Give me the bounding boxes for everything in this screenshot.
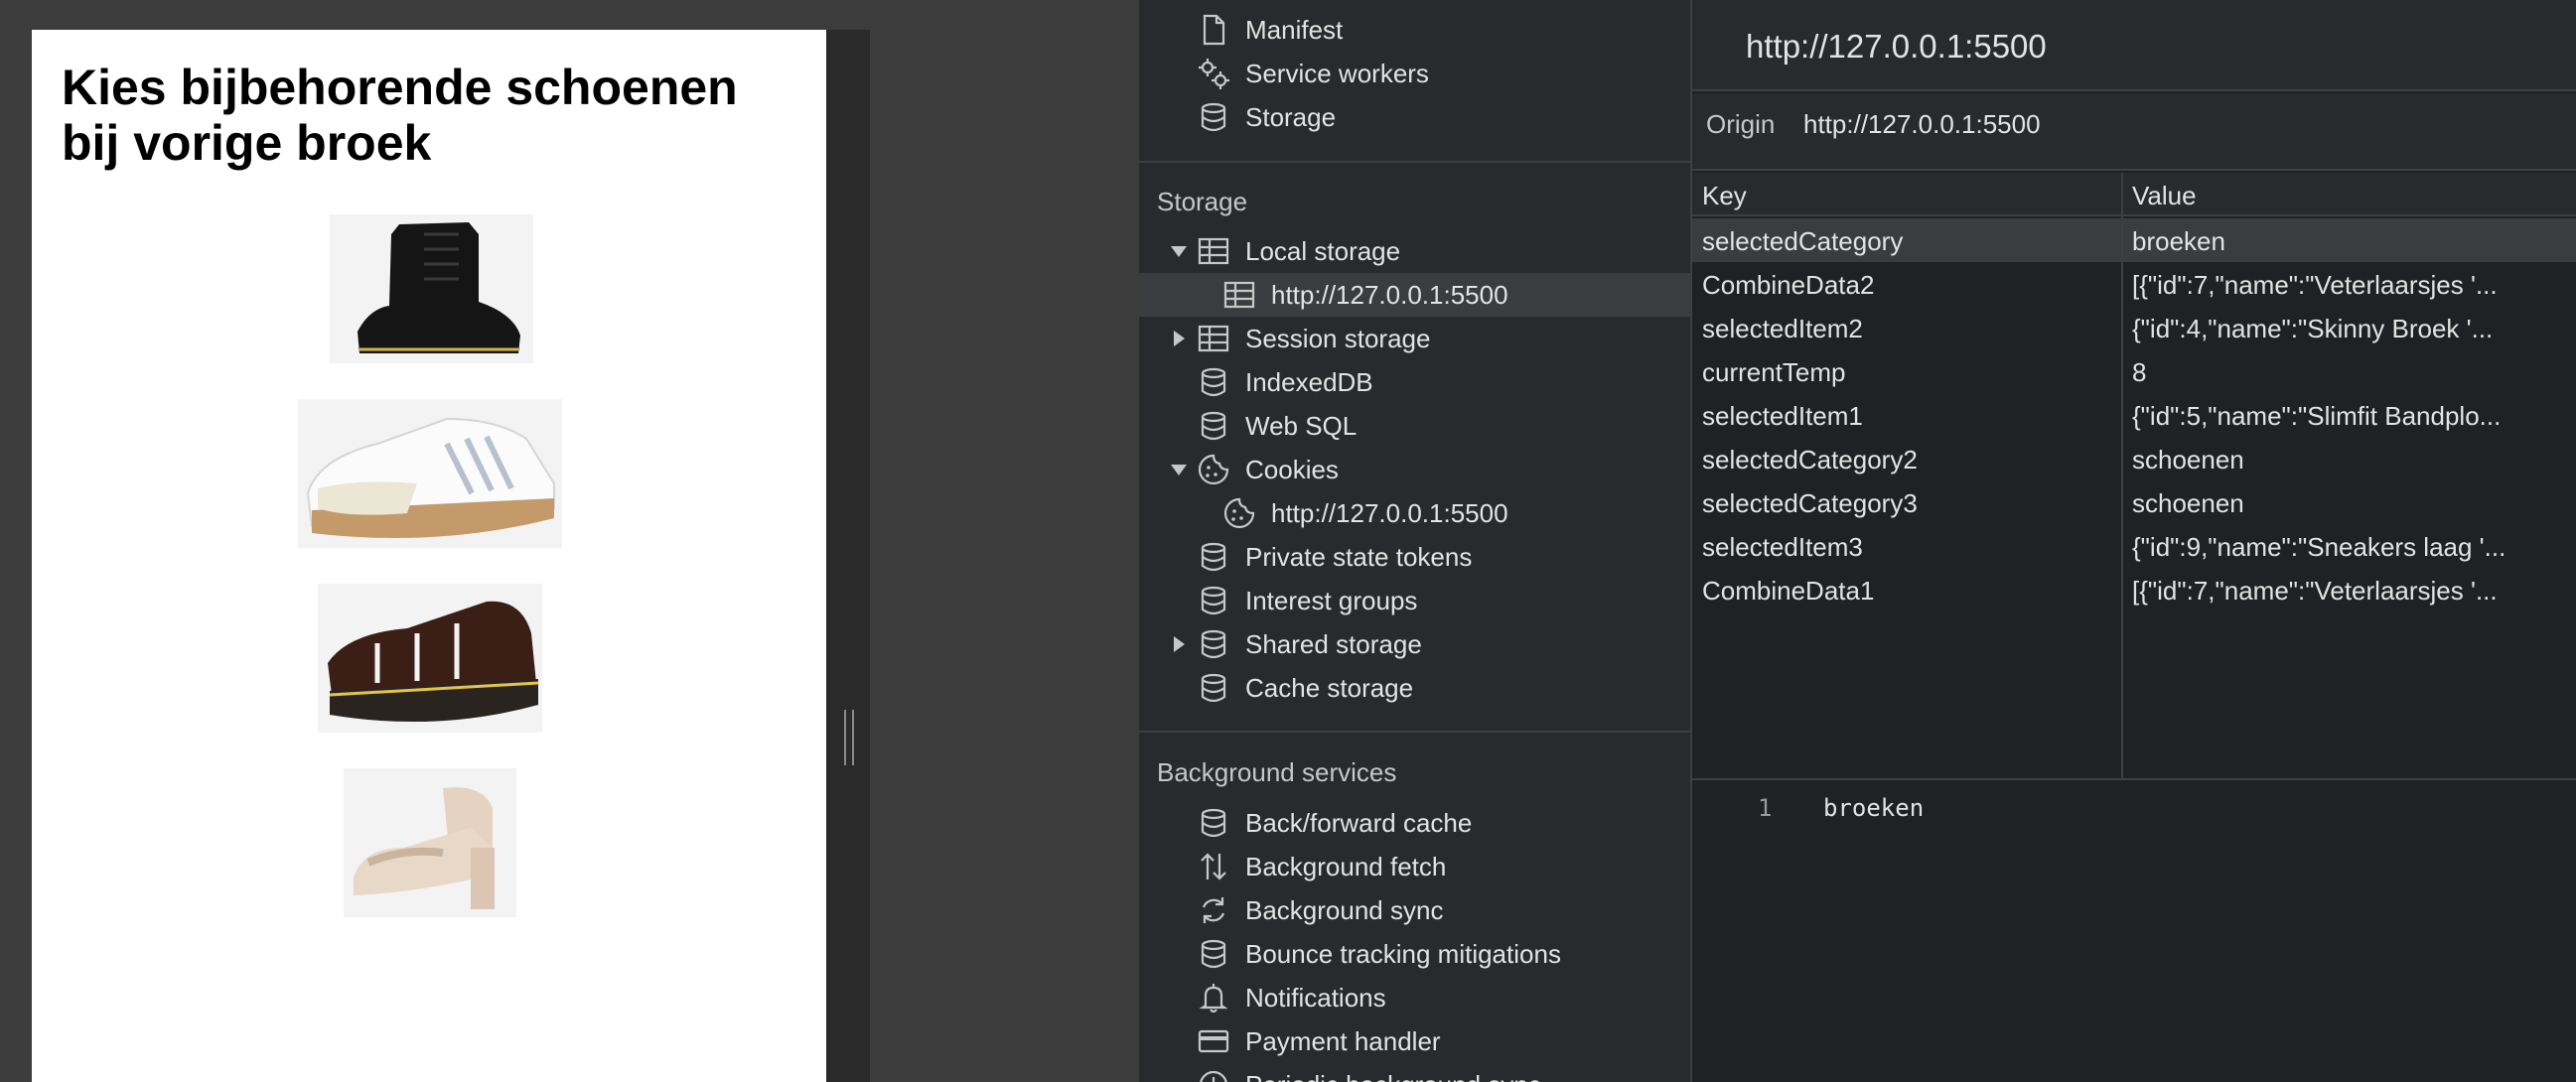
database-icon: [1197, 937, 1230, 971]
database-icon: [1197, 409, 1230, 443]
sidebar-item-periodic-background-sync[interactable]: Periodic background sync: [1139, 1063, 1690, 1082]
viewport-resize-handle[interactable]: [826, 30, 870, 1082]
sidebar-item-session-storage[interactable]: Session storage: [1139, 317, 1690, 360]
brown-sandal-icon: [318, 584, 542, 733]
sidebar-item-back-forward-cache[interactable]: Back/forward cache: [1139, 801, 1690, 845]
database-icon: [1197, 671, 1230, 705]
shoe-image-black-boot[interactable]: [330, 214, 533, 363]
sidebar-item-interest-groups[interactable]: Interest groups: [1139, 579, 1690, 622]
grip-icon: [844, 710, 854, 765]
database-icon: [1197, 584, 1230, 617]
sidebar-item-background-sync[interactable]: Background sync: [1139, 888, 1690, 932]
database-icon: [1197, 100, 1230, 134]
table-row[interactable]: selectedCategory3 schoenen: [1692, 480, 2576, 524]
shoe-image-white-sneaker[interactable]: [298, 399, 562, 548]
value-preview: 1 broeken: [1692, 782, 2576, 1082]
sidebar-divider: [1139, 161, 1690, 163]
sidebar-item-shared-storage[interactable]: Shared storage: [1139, 622, 1690, 666]
sidebar-item-storage[interactable]: Storage: [1139, 95, 1690, 139]
up-down-arrows-icon: [1197, 850, 1230, 883]
section-title-storage: Storage: [1157, 187, 1248, 216]
beige-heel-icon: [344, 768, 516, 917]
sidebar-item-service-workers[interactable]: Service workers: [1139, 52, 1690, 95]
table-row[interactable]: selectedItem3 {"id":9,"name":"Sneakers l…: [1692, 524, 2576, 568]
credit-card-icon: [1197, 1024, 1230, 1058]
sidebar-item-manifest[interactable]: Manifest: [1139, 8, 1690, 52]
table-icon: [1197, 234, 1230, 268]
sidebar-item-cookies-origin[interactable]: http://127.0.0.1:5500: [1139, 491, 1690, 535]
sidebar-divider: [1139, 731, 1690, 733]
sidebar-item-private-state-tokens[interactable]: Private state tokens: [1139, 535, 1690, 579]
cookie-icon: [1222, 496, 1256, 530]
sidebar-item-indexeddb[interactable]: IndexedDB: [1139, 360, 1690, 404]
origin-title: http://127.0.0.1:5500: [1746, 28, 2047, 65]
clock-icon: [1197, 1068, 1230, 1082]
table-row[interactable]: selectedCategory2 schoenen: [1692, 437, 2576, 480]
sidebar-item-local-storage-origin[interactable]: http://127.0.0.1:5500: [1139, 273, 1690, 317]
table-icon: [1222, 278, 1256, 312]
file-icon: [1197, 13, 1230, 47]
table-icon: [1197, 322, 1230, 355]
line-number: 1: [1758, 794, 1773, 822]
gears-icon: [1197, 57, 1230, 90]
chevron-right-icon[interactable]: [1174, 636, 1185, 652]
sidebar-item-cookies[interactable]: Cookies: [1139, 448, 1690, 491]
page-title: Kies bijbehorende schoenen bij vorige br…: [62, 60, 738, 171]
chevron-right-icon[interactable]: [1174, 331, 1185, 346]
table-row[interactable]: selectedItem2 {"id":4,"name":"Skinny Bro…: [1692, 306, 2576, 349]
sidebar-item-cache-storage[interactable]: Cache storage: [1139, 666, 1690, 710]
shoe-image-brown-sandal[interactable]: [318, 584, 542, 733]
sidebar-item-background-fetch[interactable]: Background fetch: [1139, 845, 1690, 888]
sidebar-item-web-sql[interactable]: Web SQL: [1139, 404, 1690, 448]
devtools-application-panel: Manifest Service workers Storage Storage…: [1139, 0, 2576, 1082]
chevron-down-icon[interactable]: [1171, 465, 1187, 475]
table-row[interactable]: CombineData2 [{"id":7,"name":"Veterlaars…: [1692, 262, 2576, 306]
page-viewport: Kies bijbehorende schoenen bij vorige br…: [0, 0, 870, 1082]
white-sneaker-icon: [298, 399, 562, 548]
origin-row: Origin http://127.0.0.1:5500: [1692, 93, 2576, 171]
database-icon: [1197, 806, 1230, 840]
table-header: Key Value: [1692, 173, 2576, 216]
sidebar-item-local-storage[interactable]: Local storage: [1139, 229, 1690, 273]
black-boot-icon: [330, 214, 533, 363]
section-title-background-services: Background services: [1157, 757, 1397, 787]
sync-icon: [1197, 893, 1230, 927]
cookie-icon: [1197, 453, 1230, 486]
sidebar-item-payment-handler[interactable]: Payment handler: [1139, 1019, 1690, 1063]
storage-table: Key Value selectedCategory broeken Combi…: [1692, 173, 2576, 780]
table-row[interactable]: selectedCategory broeken: [1692, 218, 2576, 262]
table-row[interactable]: selectedItem1 {"id":5,"name":"Slimfit Ba…: [1692, 393, 2576, 437]
database-icon: [1197, 540, 1230, 574]
chevron-down-icon[interactable]: [1171, 246, 1187, 257]
database-icon: [1197, 627, 1230, 661]
sidebar-item-notifications[interactable]: Notifications: [1139, 976, 1690, 1019]
sidebar-item-bounce-tracking[interactable]: Bounce tracking mitigations: [1139, 932, 1690, 976]
preview-content[interactable]: broeken: [1823, 794, 1924, 822]
database-icon: [1197, 365, 1230, 399]
bell-icon: [1197, 981, 1230, 1014]
origin-header: http://127.0.0.1:5500: [1692, 0, 2576, 91]
table-row[interactable]: currentTemp 8: [1692, 349, 2576, 393]
storage-view: http://127.0.0.1:5500 Origin http://127.…: [1692, 0, 2576, 1082]
origin-label: Origin: [1706, 109, 1776, 139]
shoe-image-beige-heel[interactable]: [344, 768, 516, 917]
column-header-key[interactable]: Key: [1702, 181, 1747, 211]
column-divider[interactable]: [2121, 173, 2123, 780]
application-sidebar: Manifest Service workers Storage Storage…: [1139, 0, 1692, 1082]
table-row[interactable]: CombineData1 [{"id":7,"name":"Veterlaars…: [1692, 568, 2576, 611]
web-page: Kies bijbehorende schoenen bij vorige br…: [32, 30, 826, 1082]
column-header-value[interactable]: Value: [2132, 181, 2197, 211]
origin-value: http://127.0.0.1:5500: [1803, 109, 2041, 139]
